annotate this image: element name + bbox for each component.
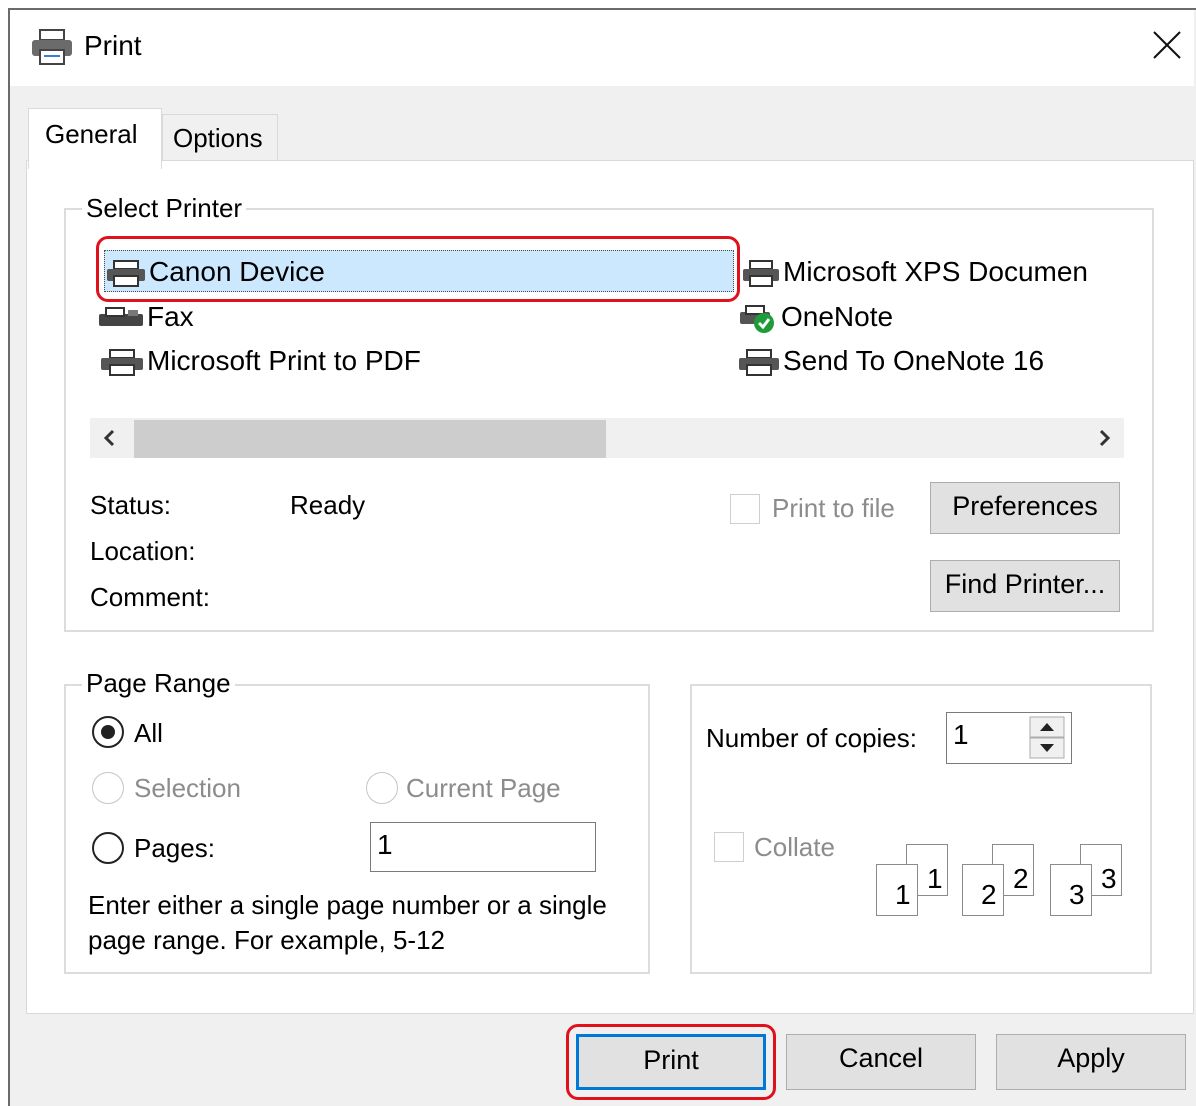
- tab-general[interactable]: General: [28, 108, 162, 169]
- printer-label: Microsoft Print to PDF: [147, 345, 421, 376]
- location-label: Location:: [90, 536, 196, 566]
- print-to-file-checkbox[interactable]: [730, 494, 760, 524]
- printer-label: OneNote: [781, 301, 894, 332]
- printer-default-icon: [740, 304, 774, 333]
- comment-label: Comment:: [90, 582, 210, 612]
- printer-item-send-to-onenote-16[interactable]: Send To OneNote 16: [738, 343, 1044, 379]
- scroll-left-icon[interactable]: [100, 428, 120, 448]
- collate-page-front-1: 1: [876, 864, 918, 916]
- status-label: Status:: [90, 490, 171, 520]
- printer-item-fax[interactable]: Fax: [98, 299, 194, 335]
- scroll-right-icon[interactable]: [1094, 428, 1114, 448]
- printer-label: Microsoft XPS Documen: [783, 256, 1088, 287]
- scrollbar-thumb[interactable]: [134, 420, 606, 458]
- status-value: Ready: [290, 490, 366, 520]
- page-range-legend: Page Range: [82, 668, 235, 699]
- printer-icon: [743, 259, 779, 287]
- cancel-label: Cancel: [838, 1043, 924, 1073]
- printer-item-onenote[interactable]: OneNote: [738, 299, 893, 335]
- collate-page-number: 1: [895, 879, 911, 910]
- radio-pages-label: Pages:: [134, 833, 215, 863]
- collate-page-front-2: 2: [962, 864, 1004, 916]
- printer-label: Canon Device: [149, 256, 325, 287]
- copies-value: 1: [953, 719, 969, 750]
- number-of-copies-label: Number of copies:: [706, 723, 917, 753]
- printer-item-microsoft-xps-document[interactable]: Microsoft XPS Documen: [742, 254, 1126, 290]
- tab-options-label: Options: [173, 123, 263, 153]
- printer-icon: [32, 29, 72, 65]
- page-range-help-line1: Enter either a single page number or a s…: [88, 890, 607, 920]
- printer-label: Fax: [147, 301, 194, 332]
- printer-icon: [101, 348, 143, 376]
- radio-current-page[interactable]: [366, 772, 398, 804]
- radio-dot: [101, 725, 115, 739]
- collate-page-number: 1: [927, 863, 943, 894]
- page-range-help-line2: page range. For example, 5-12: [88, 925, 445, 955]
- preferences-label: Preferences: [952, 491, 1098, 521]
- close-icon[interactable]: [1150, 28, 1184, 62]
- spinner-arrows-icon[interactable]: [1028, 716, 1068, 760]
- select-printer-legend: Select Printer: [82, 193, 247, 224]
- apply-button[interactable]: Apply: [996, 1034, 1186, 1090]
- collate-label: Collate: [754, 832, 835, 862]
- printer-item-canon-device[interactable]: Canon Device: [106, 254, 325, 290]
- tab-options[interactable]: Options: [162, 114, 278, 161]
- radio-current-page-label: Current Page: [406, 773, 561, 803]
- radio-selection[interactable]: [92, 772, 124, 804]
- collate-page-number: 2: [981, 879, 997, 910]
- window-title: Print: [84, 30, 142, 61]
- radio-pages[interactable]: [92, 832, 124, 864]
- radio-all-label: All: [134, 718, 163, 748]
- print-to-file-label: Print to file: [772, 493, 895, 523]
- preferences-button[interactable]: Preferences: [930, 482, 1120, 534]
- fax-icon: [99, 306, 143, 326]
- printer-icon: [739, 348, 779, 376]
- cancel-button[interactable]: Cancel: [786, 1034, 976, 1090]
- collate-page-number: 3: [1101, 863, 1117, 894]
- radio-selection-label: Selection: [134, 773, 241, 803]
- printer-label: Send To OneNote 16: [783, 345, 1045, 376]
- copies-spinner[interactable]: [1028, 716, 1068, 760]
- printer-icon: [107, 259, 145, 287]
- collate-page-number: 2: [1013, 863, 1029, 894]
- printer-item-microsoft-print-to-pdf[interactable]: Microsoft Print to PDF: [100, 343, 421, 379]
- radio-all[interactable]: [92, 716, 124, 748]
- find-printer-label: Find Printer...: [944, 569, 1106, 599]
- collate-page-front-3: 3: [1050, 864, 1092, 916]
- collate-checkbox[interactable]: [714, 832, 744, 862]
- print-label: Print: [643, 1045, 699, 1075]
- apply-label: Apply: [1057, 1043, 1125, 1073]
- pages-input[interactable]: 1: [370, 822, 596, 872]
- title-bar: [10, 10, 1194, 86]
- tab-general-label: General: [45, 119, 138, 149]
- collate-page-number: 3: [1069, 879, 1085, 910]
- find-printer-button[interactable]: Find Printer...: [930, 560, 1120, 612]
- pages-value: 1: [377, 829, 393, 860]
- print-button[interactable]: Print: [576, 1034, 766, 1090]
